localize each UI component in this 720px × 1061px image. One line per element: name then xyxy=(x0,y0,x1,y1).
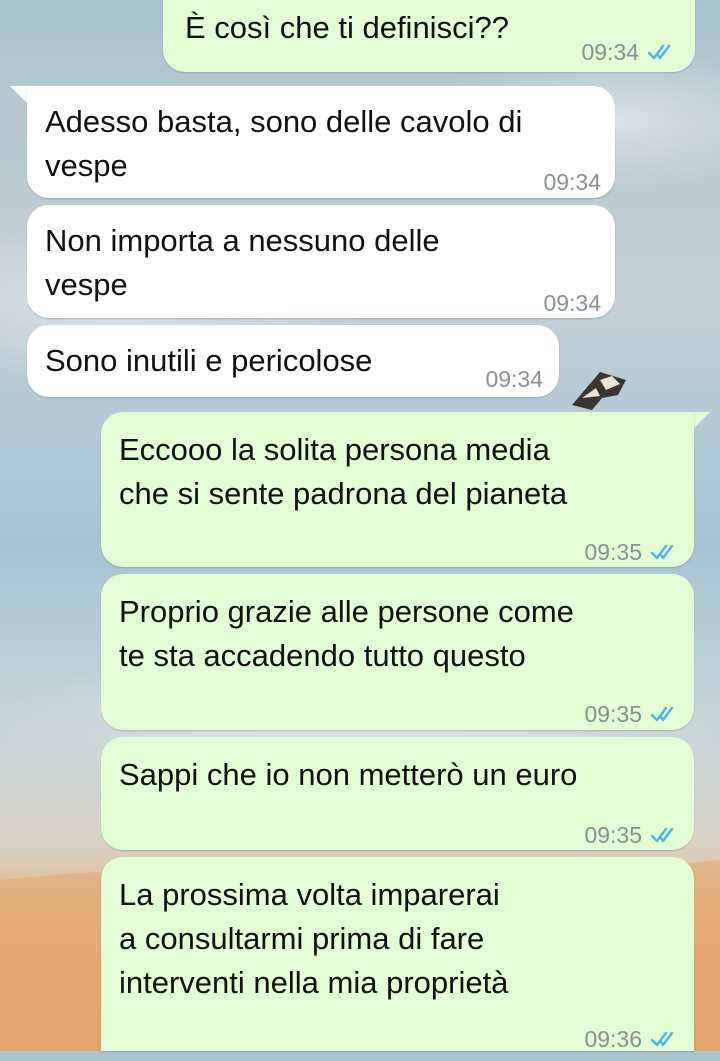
message-bubble-outgoing[interactable]: La prossima volta imparerai a consultarm… xyxy=(101,857,694,1052)
message-text: Proprio grazie alle persone come te sta … xyxy=(119,594,574,673)
double-check-read-icon xyxy=(650,827,674,843)
message-time: 09:36 xyxy=(584,1026,642,1052)
message-bubble-incoming[interactable]: Sono inutili e pericolose 09:34 xyxy=(27,325,559,397)
message-text: Non importa a nessuno delle vespe xyxy=(45,223,440,302)
message-bubble-outgoing[interactable]: Proprio grazie alle persone come te sta … xyxy=(101,574,694,730)
double-check-read-icon xyxy=(650,706,674,722)
double-check-read-icon xyxy=(650,1031,674,1047)
message-text: Adesso basta, sono delle cavolo di vespe xyxy=(45,104,523,183)
message-text: Sono inutili e pericolose xyxy=(45,343,373,378)
message-text: Eccooo la solita persona media che si se… xyxy=(119,432,568,511)
message-text: La prossima volta imparerai a consultarm… xyxy=(119,877,509,1000)
message-time: 09:34 xyxy=(543,290,601,316)
message-time: 09:35 xyxy=(584,539,642,565)
message-bubble-incoming[interactable]: Adesso basta, sono delle cavolo di vespe… xyxy=(27,86,615,198)
message-bubble-outgoing[interactable]: Sappi che io non metterò un euro 09:35 xyxy=(101,737,694,850)
message-text: Sappi che io non metterò un euro xyxy=(119,757,578,792)
butterfly-icon xyxy=(572,372,626,410)
message-bubble-outgoing[interactable]: È così che ti definisci?? 09:34 xyxy=(163,0,695,72)
message-time: 09:34 xyxy=(581,39,639,65)
double-check-read-icon xyxy=(650,544,674,560)
message-time: 09:35 xyxy=(584,701,642,727)
message-time: 09:34 xyxy=(543,169,601,195)
message-bubble-outgoing[interactable]: Eccooo la solita persona media che si se… xyxy=(101,412,694,567)
message-bubble-incoming[interactable]: Non importa a nessuno delle vespe 09:34 xyxy=(27,205,615,318)
message-time: 09:34 xyxy=(485,366,543,392)
double-check-read-icon xyxy=(647,44,671,60)
message-time: 09:35 xyxy=(584,822,642,848)
